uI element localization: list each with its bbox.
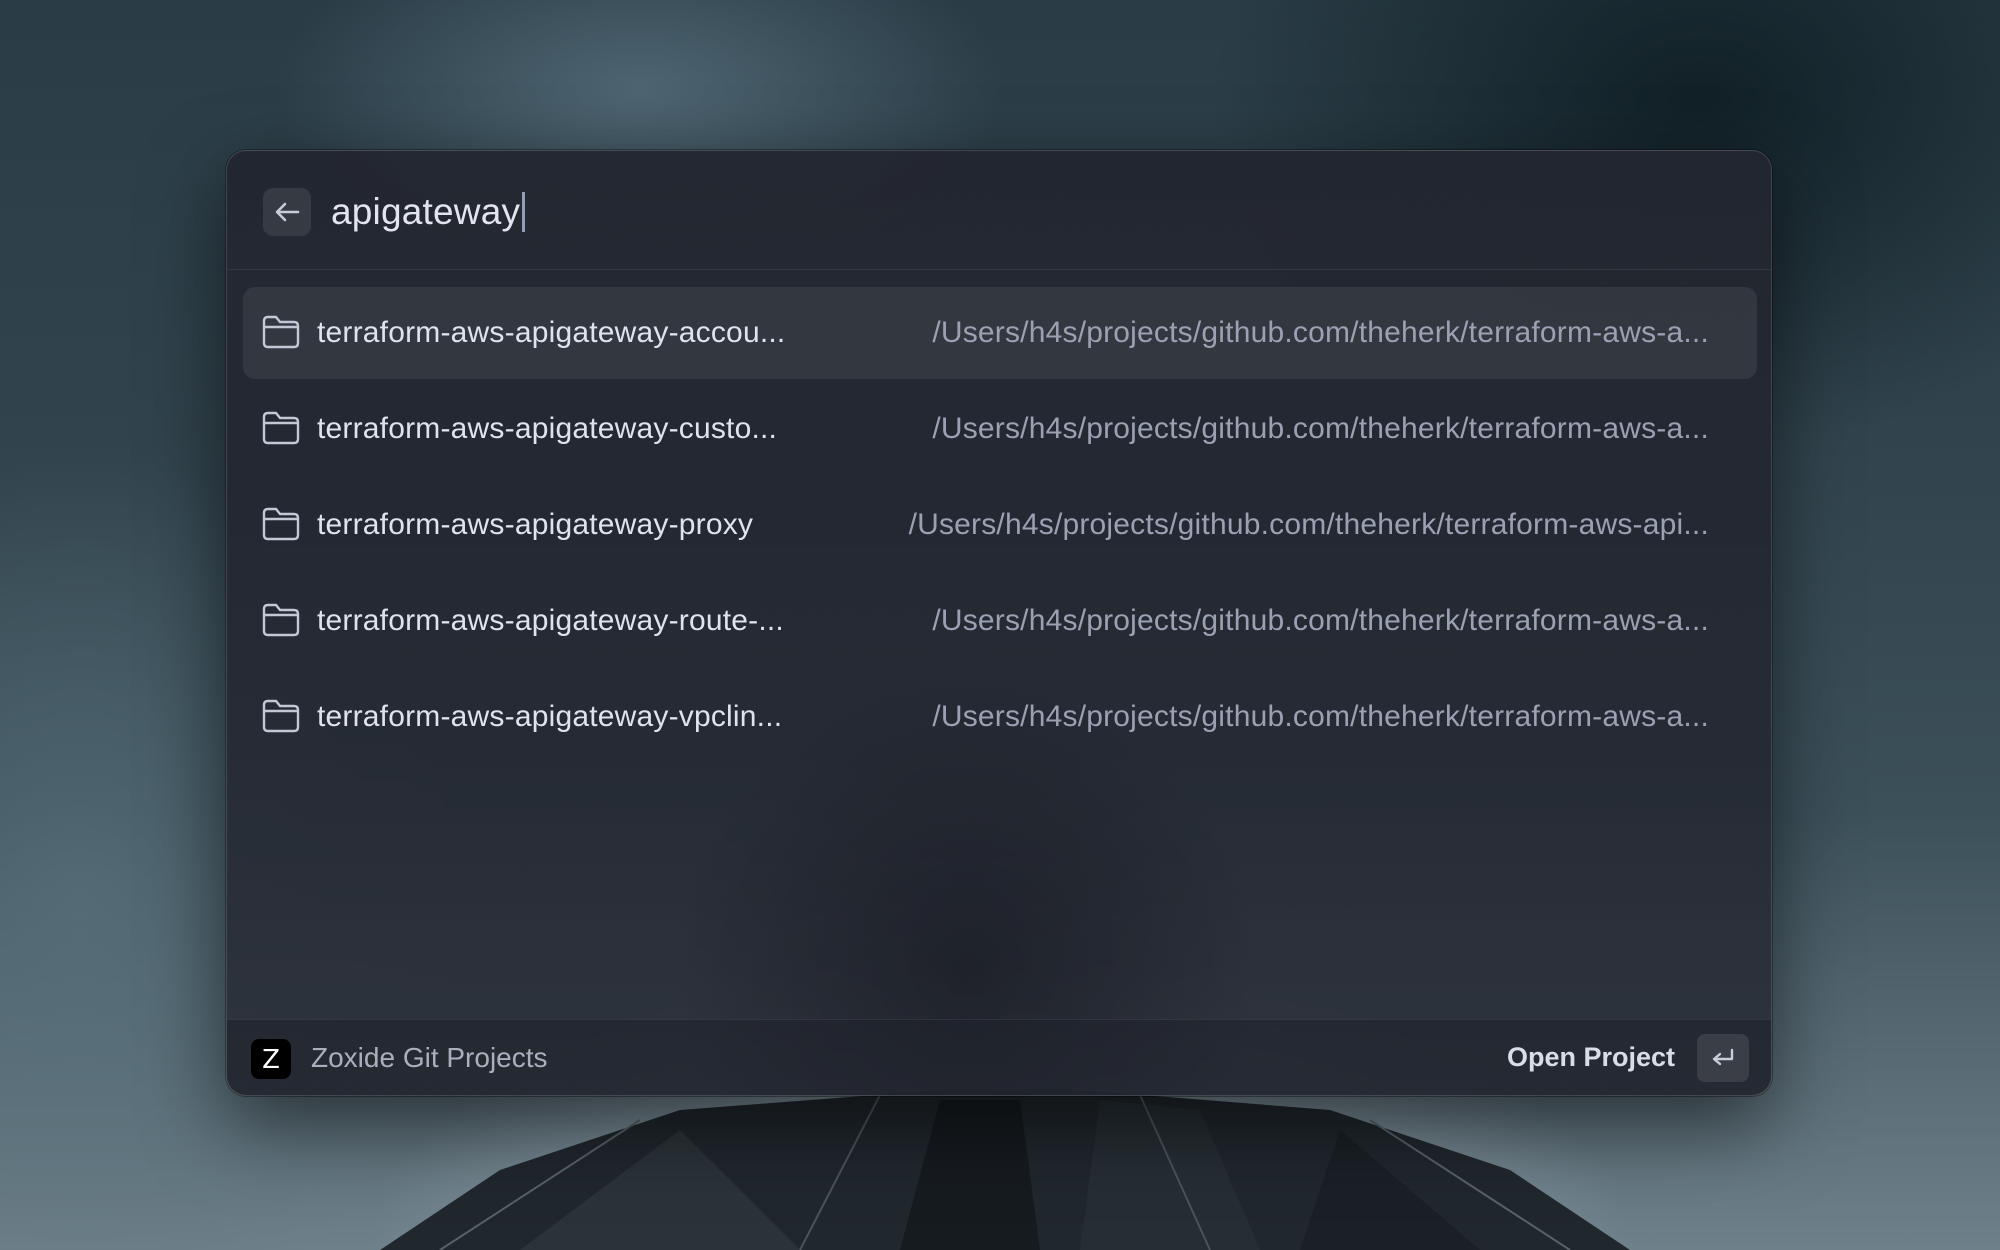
folder-icon <box>262 603 300 637</box>
result-name: terraform-aws-apigateway-vpclin... <box>317 700 783 733</box>
result-name: terraform-aws-apigateway-accou... <box>317 316 786 349</box>
result-name: terraform-aws-apigateway-proxy <box>317 508 754 541</box>
extension-name: Zoxide Git Projects <box>311 1042 548 1073</box>
action-bar: Z Zoxide Git Projects Open Project <box>227 1019 1771 1095</box>
search-input[interactable]: apigateway <box>331 185 526 239</box>
result-row[interactable]: terraform-aws-apigateway-accou... /Users… <box>243 287 1757 379</box>
result-path: /Users/h4s/projects/github.com/theherk/t… <box>932 700 1709 733</box>
result-path: /Users/h4s/projects/github.com/theherk/t… <box>932 604 1709 637</box>
svg-text:Z: Z <box>262 1045 280 1074</box>
result-row[interactable]: terraform-aws-apigateway-custo... /Users… <box>243 383 1757 475</box>
logo-letter-glyph: Z <box>262 1045 280 1074</box>
text-caret <box>522 192 526 232</box>
command-palette: apigateway terraform-aws-apigateway-acco… <box>226 150 1772 1096</box>
enter-key-button[interactable] <box>1697 1034 1749 1082</box>
desktop-background: apigateway terraform-aws-apigateway-acco… <box>0 0 2000 1250</box>
result-path: /Users/h4s/projects/github.com/theherk/t… <box>908 508 1709 541</box>
search-query-text: apigateway <box>331 191 521 232</box>
back-button[interactable] <box>263 188 311 236</box>
building-silhouette <box>380 1090 1630 1250</box>
results-list: terraform-aws-apigateway-accou... /Users… <box>243 287 1757 767</box>
result-path: /Users/h4s/projects/github.com/theherk/t… <box>932 316 1709 349</box>
result-name: terraform-aws-apigateway-custo... <box>317 412 778 445</box>
result-name: terraform-aws-apigateway-route-... <box>317 604 784 637</box>
folder-icon <box>262 411 300 445</box>
result-row[interactable]: terraform-aws-apigateway-vpclin... /User… <box>243 671 1757 763</box>
folder-icon <box>262 699 300 733</box>
folder-icon <box>262 315 300 349</box>
return-key-icon <box>1712 1048 1734 1066</box>
search-bar: apigateway <box>227 151 1771 270</box>
arrow-left-icon <box>275 202 300 222</box>
open-project-action[interactable]: Open Project <box>1507 1042 1675 1073</box>
result-row[interactable]: terraform-aws-apigateway-proxy /Users/h4… <box>243 479 1757 571</box>
result-row[interactable]: terraform-aws-apigateway-route-... /User… <box>243 575 1757 667</box>
zoxide-logo-icon: Z <box>251 1039 291 1079</box>
folder-icon <box>262 507 300 541</box>
result-path: /Users/h4s/projects/github.com/theherk/t… <box>932 412 1709 445</box>
